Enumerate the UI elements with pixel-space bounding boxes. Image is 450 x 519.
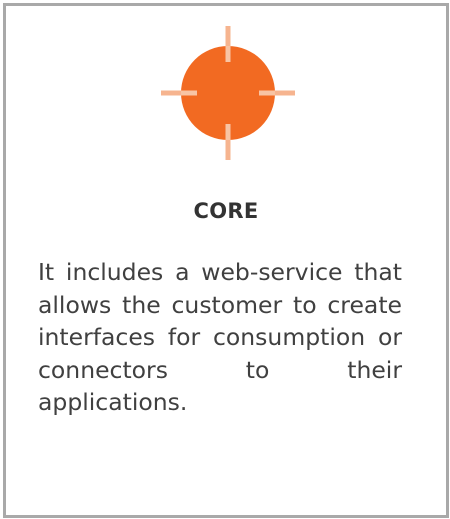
core-feature-card: CORE It includes a web-service that allo… [3,3,449,518]
crosshair-circle-icon [157,22,299,164]
card-title: CORE [193,199,259,223]
card-description: It includes a web-service that allows th… [38,258,402,416]
